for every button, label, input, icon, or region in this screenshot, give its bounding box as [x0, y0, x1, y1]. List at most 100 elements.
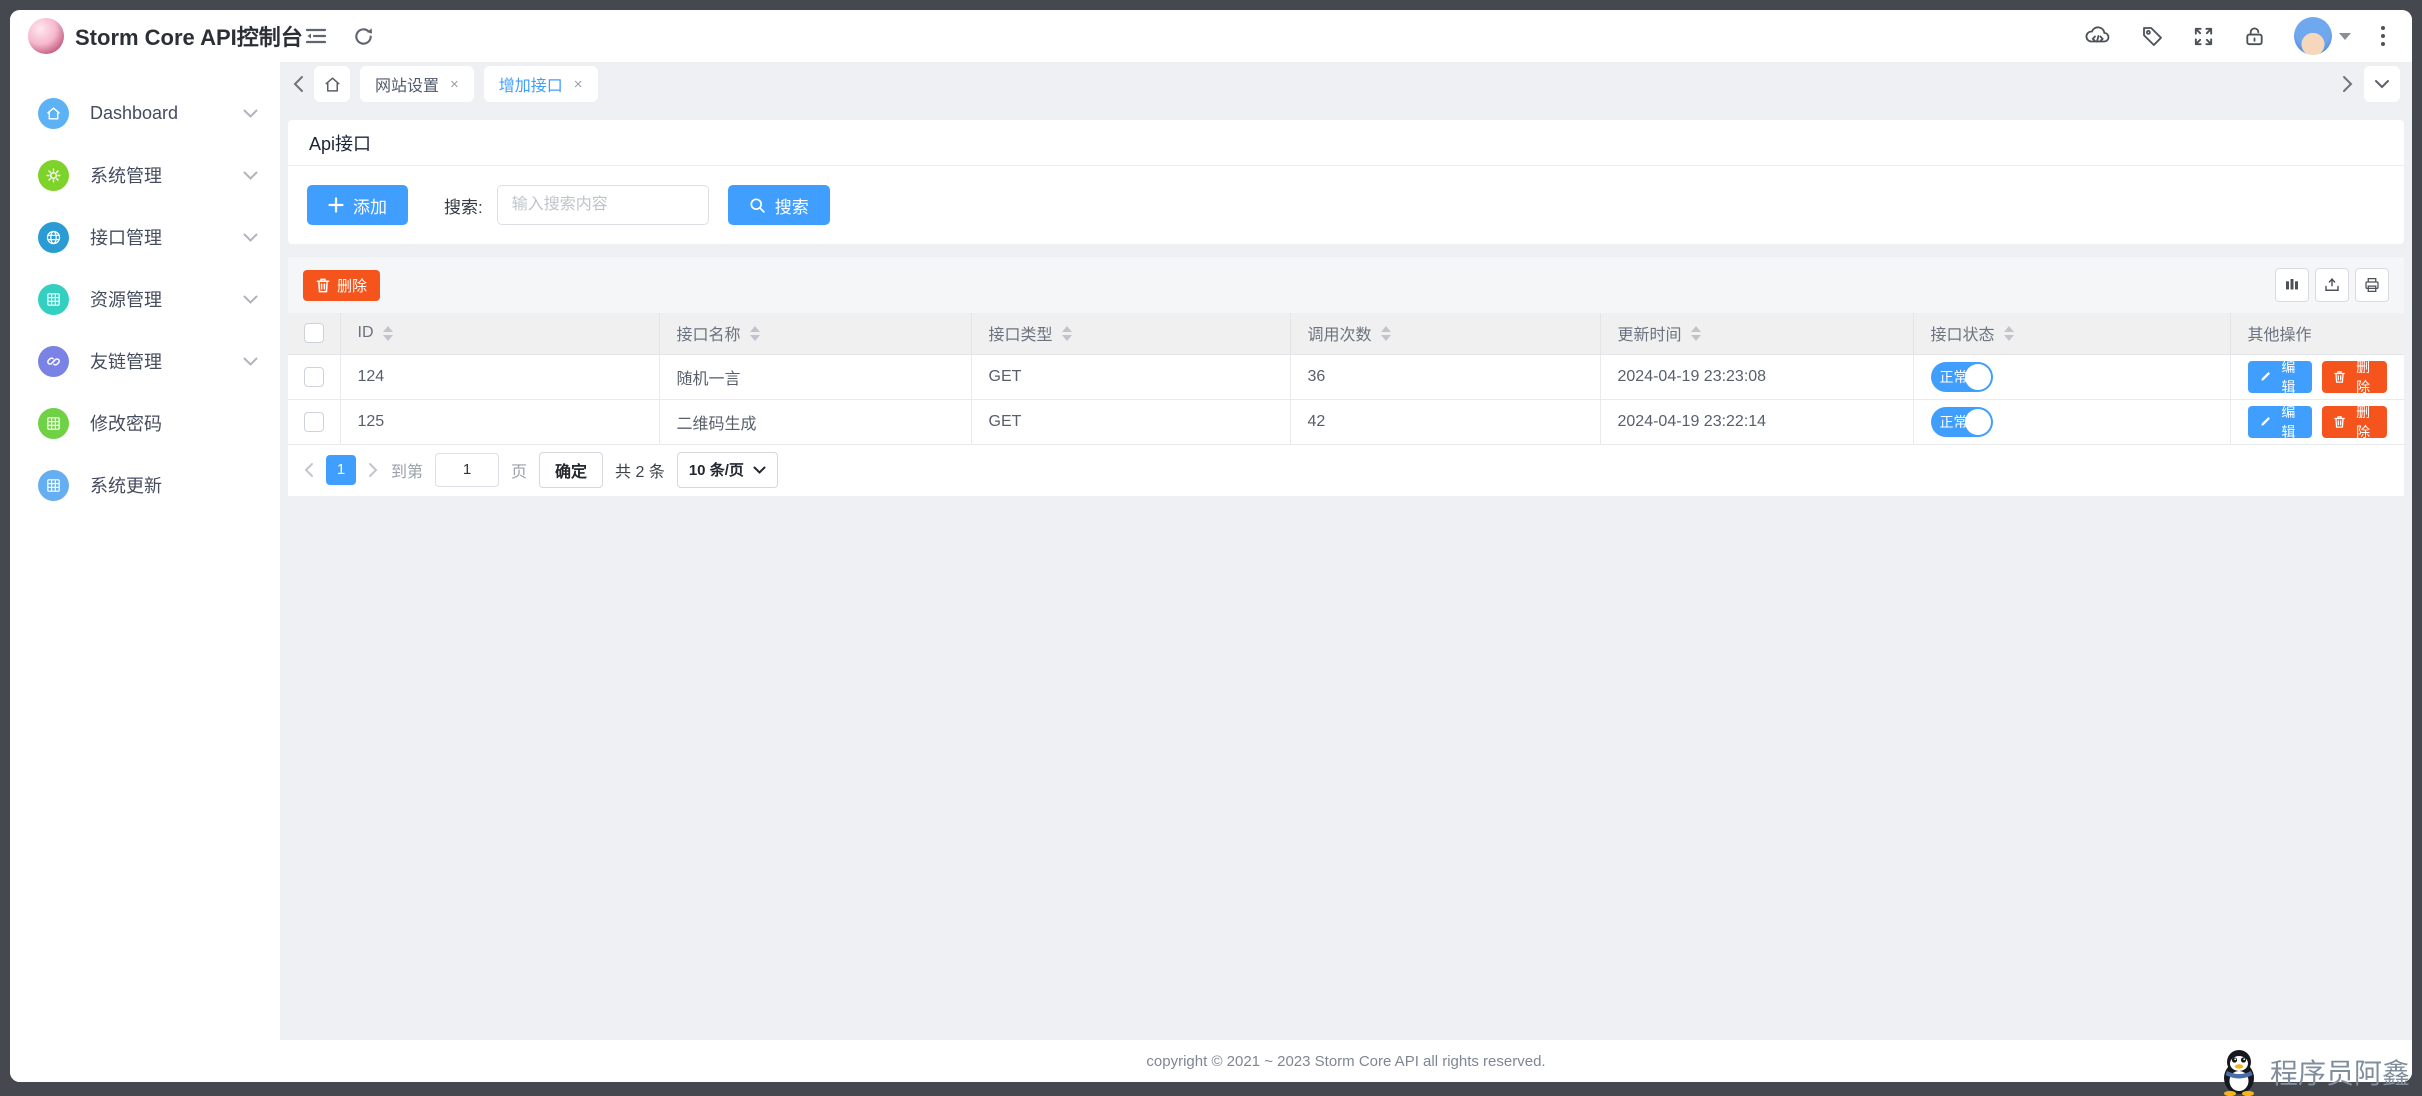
export-icon: [2323, 276, 2341, 294]
sidebar-item-dashboard[interactable]: Dashboard: [10, 82, 280, 144]
goto-prefix-label: 到第: [391, 458, 423, 482]
cell-type: GET: [971, 354, 1290, 399]
api-table: ID 接口名称 接口类型 调用次数 更新时间 接口状态 其他操作: [288, 313, 2404, 445]
refresh-icon[interactable]: [352, 25, 375, 48]
lock-icon[interactable]: [2243, 25, 2266, 48]
page-title: Api接口: [309, 130, 371, 156]
status-toggle[interactable]: 正常: [1931, 362, 1993, 392]
tab-close-icon[interactable]: ×: [450, 77, 459, 92]
row-checkbox[interactable]: [304, 412, 324, 432]
sidebar-item-label: 系统更新: [90, 472, 258, 498]
goto-page-input[interactable]: [435, 453, 499, 487]
select-all-checkbox[interactable]: [304, 323, 324, 343]
trash-icon: [2334, 370, 2345, 384]
tabs-back-icon[interactable]: [292, 75, 304, 93]
sidebar-item-system[interactable]: 系统管理: [10, 144, 280, 206]
tabs-forward-icon[interactable]: [2342, 75, 2354, 93]
columns-icon: [2283, 276, 2301, 294]
table-row: 124 随机一言 GET 36 2024-04-19 23:23:08 正常: [288, 354, 2404, 399]
cell-type: GET: [971, 399, 1290, 444]
app-window: Storm Core API控制台: [10, 10, 2412, 1082]
column-header-status[interactable]: 接口状态: [1931, 321, 1995, 345]
tab-close-icon[interactable]: ×: [574, 77, 583, 92]
sidebar-item-links[interactable]: 友链管理: [10, 330, 280, 392]
tabs-menu-button[interactable]: [2364, 66, 2400, 102]
sidebar: Dashboard 系统管理: [10, 62, 280, 1082]
collapse-menu-icon[interactable]: [304, 24, 328, 48]
more-vertical-icon[interactable]: [2380, 24, 2386, 48]
bulk-delete-button[interactable]: 删除: [303, 270, 380, 301]
column-header-calls[interactable]: 调用次数: [1308, 321, 1372, 345]
table-header-row: ID 接口名称 接口类型 调用次数 更新时间 接口状态 其他操作: [288, 313, 2404, 354]
sort-icon[interactable]: [383, 326, 393, 341]
chevron-down-icon: [2374, 79, 2390, 89]
app-title: Storm Core API控制台: [75, 20, 303, 52]
confirm-page-button[interactable]: 确定: [539, 452, 603, 488]
table-toolbar: 删除: [288, 257, 2404, 313]
home-icon: [323, 75, 342, 94]
export-button[interactable]: [2315, 268, 2349, 302]
app-logo: [28, 18, 64, 54]
cell-name: 二维码生成: [659, 399, 971, 444]
tab-label: 增加接口: [499, 72, 563, 96]
chevron-down-icon: [243, 357, 258, 366]
sort-icon[interactable]: [750, 326, 760, 341]
column-header-updated[interactable]: 更新时间: [1618, 321, 1682, 345]
delete-button[interactable]: 删除: [2322, 406, 2387, 438]
status-label: 正常: [1940, 367, 1968, 387]
user-menu[interactable]: [2294, 17, 2352, 55]
pagination: 1 到第 页 确定 共 2 条 10 条/页: [288, 445, 2404, 496]
cell-calls: 42: [1290, 399, 1600, 444]
status-toggle[interactable]: 正常: [1931, 407, 1993, 437]
edit-button[interactable]: 编辑: [2248, 361, 2313, 393]
page-content: Api接口 添加 搜索: 搜索: [280, 106, 2412, 1040]
sidebar-item-api[interactable]: 接口管理: [10, 206, 280, 268]
deploy-cloud-icon[interactable]: [2084, 24, 2112, 48]
qq-contact-badge[interactable]: 程序员阿鑫: [2217, 1048, 2410, 1096]
sidebar-item-update[interactable]: 系统更新: [10, 454, 280, 516]
delete-button[interactable]: 删除: [2322, 361, 2387, 393]
fullscreen-icon[interactable]: [2192, 25, 2215, 48]
next-page-icon[interactable]: [368, 462, 379, 478]
page-number-button[interactable]: 1: [326, 455, 356, 485]
search-input[interactable]: [497, 185, 709, 225]
edit-button[interactable]: 编辑: [2248, 406, 2313, 438]
tab-home-button[interactable]: [314, 66, 350, 102]
search-button[interactable]: 搜索: [728, 185, 830, 225]
sort-icon[interactable]: [2004, 326, 2014, 341]
tag-icon[interactable]: [2140, 24, 2164, 48]
add-button[interactable]: 添加: [307, 185, 408, 225]
copyright-text: copyright © 2021 ~ 2023 Storm Core API a…: [1146, 1053, 1545, 1070]
print-button[interactable]: [2355, 268, 2389, 302]
api-card: Api接口 添加 搜索: 搜索: [288, 120, 2404, 244]
page-size-select[interactable]: 10 条/页: [677, 452, 778, 488]
printer-icon: [2363, 276, 2381, 294]
cell-updated: 2024-04-19 23:22:14: [1600, 399, 1913, 444]
column-header-id[interactable]: ID: [358, 324, 374, 342]
sidebar-item-password[interactable]: 修改密码: [10, 392, 280, 454]
column-header-type[interactable]: 接口类型: [989, 321, 1053, 345]
table-grid-icon: [38, 408, 69, 439]
sidebar-item-resources[interactable]: 资源管理: [10, 268, 280, 330]
column-header-name[interactable]: 接口名称: [677, 321, 741, 345]
sort-icon[interactable]: [1381, 326, 1391, 341]
sidebar-item-label: Dashboard: [90, 103, 243, 124]
column-header-actions: 其他操作: [2248, 321, 2312, 345]
cell-id: 125: [340, 399, 659, 444]
tab-add-api[interactable]: 增加接口 ×: [484, 66, 598, 102]
row-checkbox[interactable]: [304, 367, 324, 387]
cell-id: 124: [340, 354, 659, 399]
sidebar-item-label: 修改密码: [90, 410, 258, 436]
sort-icon[interactable]: [1691, 326, 1701, 341]
sort-icon[interactable]: [1062, 326, 1072, 341]
table-grid-icon: [38, 284, 69, 315]
main-area: 网站设置 × 增加接口 × Api接口: [280, 62, 2412, 1082]
prev-page-icon[interactable]: [303, 462, 314, 478]
trash-icon: [2334, 415, 2345, 429]
user-avatar: [2294, 17, 2332, 55]
tab-site-settings[interactable]: 网站设置 ×: [360, 66, 474, 102]
chevron-down-icon: [243, 171, 258, 180]
columns-view-button[interactable]: [2275, 268, 2309, 302]
gear-icon: [38, 160, 69, 191]
topbar: Storm Core API控制台: [10, 10, 2412, 62]
